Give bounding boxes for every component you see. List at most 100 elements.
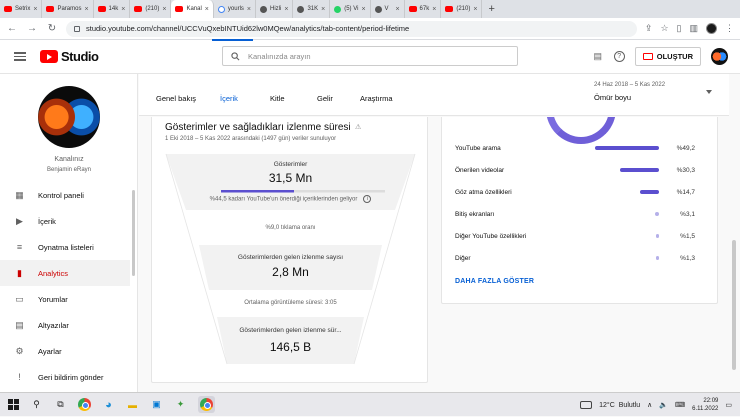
traffic-source-bar [656,256,659,260]
info-icon[interactable]: i [363,195,372,203]
chrome-taskbar-icon[interactable] [78,398,91,411]
channel-name: Benjamin eRayn [46,167,92,173]
temperature-text: 12°C [599,401,615,409]
tab-revenue[interactable]: Gelir [317,94,333,103]
sidebar-item[interactable]: ≡ Oynatma listeleri [0,234,130,260]
speaker-icon[interactable]: 🔈 [659,401,668,409]
show-more-link[interactable]: DAHA FAZLA GÖSTER [455,278,534,285]
reload-icon[interactable]: ↻ [46,23,58,34]
account-avatar[interactable] [711,48,728,65]
sidebar-item-label: Yorumlar [38,294,68,304]
messages-icon[interactable]: ▤ [592,51,604,63]
weather-icon[interactable] [580,401,593,409]
close-icon[interactable]: × [361,6,365,13]
close-icon[interactable]: × [247,6,251,13]
browser-tab-label: 67k [419,6,430,12]
sidebar-item[interactable]: ▮ Analytics [0,260,130,286]
windows-start-icon[interactable] [8,399,19,410]
close-icon[interactable]: × [432,6,436,13]
help-icon[interactable]: ? [613,51,625,62]
browser-tab[interactable]: (210) × [441,0,483,18]
app-icon[interactable]: ✦ [174,398,187,411]
sidebar-item[interactable]: ▤ Altyazılar [0,312,130,338]
sidebar-item[interactable]: ⚙ Ayarlar [0,338,130,364]
notifications-icon[interactable]: ▭ [725,401,732,409]
channel-avatar[interactable] [38,86,100,148]
forward-icon[interactable]: → [26,23,38,34]
browser-menu-icon[interactable]: ⋮ [725,23,734,34]
browser-profile-icon[interactable] [706,23,717,34]
close-icon[interactable]: × [84,6,88,13]
date-range-text[interactable]: 24 Haz 2018 – 5 Kas 2022 [594,82,665,88]
studio-header: Studio Kanalınızda arayın ▤ ? OLUŞTUR [0,40,740,74]
back-icon[interactable]: ← [6,23,18,34]
browser-tab[interactable]: yourls × [214,0,256,18]
traffic-source-row: Diğer YouTube özellikleri %1,5 [455,230,705,242]
sidebar-item[interactable]: ▶ İçerik [0,208,130,234]
traffic-source-name: Diğer [455,254,471,262]
browser-tab[interactable]: 14k × [94,0,131,18]
search-icon[interactable]: ⚲ [30,398,43,411]
tab-audience[interactable]: Kitle [270,94,285,103]
bookmark-star-icon[interactable]: ☆ [660,23,668,34]
new-tab-icon[interactable]: + [482,3,500,15]
tab-overview[interactable]: Genel bakış [156,94,196,103]
create-button[interactable]: OLUŞTUR [634,47,701,66]
impressions-funnel-card: Gösterimler ve sağladıkları izlenme süre… [151,117,428,383]
close-icon[interactable]: × [284,6,288,13]
browser-tab[interactable]: V × [371,0,405,18]
close-icon[interactable]: × [321,6,325,13]
task-view-icon[interactable]: ⧉ [54,398,67,411]
sidebar-item[interactable]: ▭ Yorumlar [0,286,130,312]
traffic-source-name: YouTube arama [455,144,501,152]
sidebar-item-label: Kontrol paneli [38,190,84,200]
dashboard-icon: ▦ [15,189,24,200]
search-input[interactable]: Kanalınızda arayın [222,46,518,66]
clock[interactable]: 22:09 6.11.2022 [692,397,718,413]
traffic-source-row: Diğer %1,3 [455,252,705,264]
close-icon[interactable]: × [162,6,166,13]
browser-tab[interactable]: 31K × [293,0,331,18]
chrome-active-taskbar-icon[interactable] [198,396,215,413]
browser-tab[interactable]: Setrix × [0,0,43,18]
tablet-icon[interactable]: ▯ [677,23,682,34]
browser-tab[interactable]: (210) × [130,0,172,18]
browser-tab[interactable]: Paramos × [42,0,94,18]
tab-content[interactable]: İçerik [220,94,238,103]
sidebar: Kanalınız Benjamin eRayn ▦ Kontrol paneli… [0,74,138,392]
browser-tab[interactable]: Hizli × [256,0,294,18]
tab-favicon-icon [217,5,225,13]
edge-icon[interactable]: ◕ [102,398,115,411]
menu-icon[interactable] [14,52,26,61]
keyboard-icon[interactable]: ⌨ [675,401,685,409]
tray-chevron-icon[interactable]: ∧ [647,401,652,409]
analytics-icon: ▮ [17,267,22,278]
sidebar-item[interactable]: ! Geri bildirim gönder [0,364,130,390]
browser-tab[interactable]: (5) Vi × [330,0,371,18]
analytics-tabs-bar: Genel bakış İçerik Kitle Gelir Araştırma [139,74,729,116]
sidebar-item-label: Analytics [38,268,69,278]
share-icon[interactable]: ⇪ [645,23,653,34]
store-icon[interactable]: ▣ [150,398,163,411]
close-icon[interactable]: × [33,6,37,13]
sidebar-scrollbar[interactable] [132,190,135,276]
sidepanel-icon[interactable]: ▥ [689,23,698,34]
impressions-note-text: %44,5 kadarı YouTube'un önerdiği içerikl… [209,196,358,203]
browser-tab[interactable]: Kanal × [171,0,214,18]
subtitles-icon: ▤ [15,319,24,330]
weather-widget[interactable]: 12°C Bulutlu [599,402,640,409]
close-icon[interactable]: × [473,6,477,13]
date-mode-select[interactable]: Ömür boyu [594,93,631,102]
browser-tab[interactable]: 67k × [405,0,442,18]
close-icon[interactable]: × [121,6,125,13]
close-icon[interactable]: × [395,6,399,13]
tab-research[interactable]: Araştırma [360,94,393,103]
file-explorer-icon[interactable]: ▬ [126,398,139,411]
tab-favicon-icon [374,5,382,13]
url-field[interactable]: studio.youtube.com/channel/UCCVuQxebINTU… [66,20,637,37]
date-dropdown-icon[interactable] [706,90,712,94]
close-icon[interactable]: × [205,6,209,13]
sidebar-item[interactable]: ▦ Kontrol paneli [0,182,130,208]
main-scrollbar[interactable] [732,240,736,370]
studio-logo[interactable]: Studio [40,49,99,64]
